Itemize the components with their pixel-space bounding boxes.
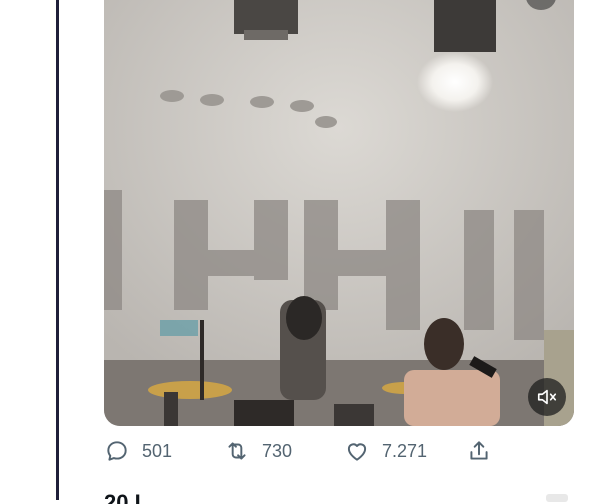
reply-action[interactable]: 501 [104, 436, 172, 466]
retweet-action[interactable]: 730 [224, 436, 292, 466]
thread-line [56, 0, 59, 500]
tweet-video[interactable] [104, 0, 574, 426]
like-count: 7.271 [382, 440, 428, 461]
next-tweet-author-label: 20 L [104, 490, 149, 504]
heart-icon [347, 443, 367, 461]
share-icon [470, 441, 488, 460]
reply-icon [107, 441, 127, 461]
next-tweet-author-name[interactable]: 20 L [104, 490, 244, 504]
reply-count: 501 [142, 440, 173, 461]
mute-button[interactable] [528, 378, 566, 416]
tweet-actions: 501 730 7.271 [104, 436, 504, 466]
retweet-count: 730 [262, 440, 293, 461]
video-frame [104, 0, 574, 426]
retweet-icon [228, 442, 246, 460]
volume-muted-icon [537, 389, 557, 405]
next-tweet-more-icon[interactable] [546, 494, 568, 502]
like-action[interactable]: 7.271 [344, 436, 427, 466]
share-action[interactable] [466, 436, 492, 466]
